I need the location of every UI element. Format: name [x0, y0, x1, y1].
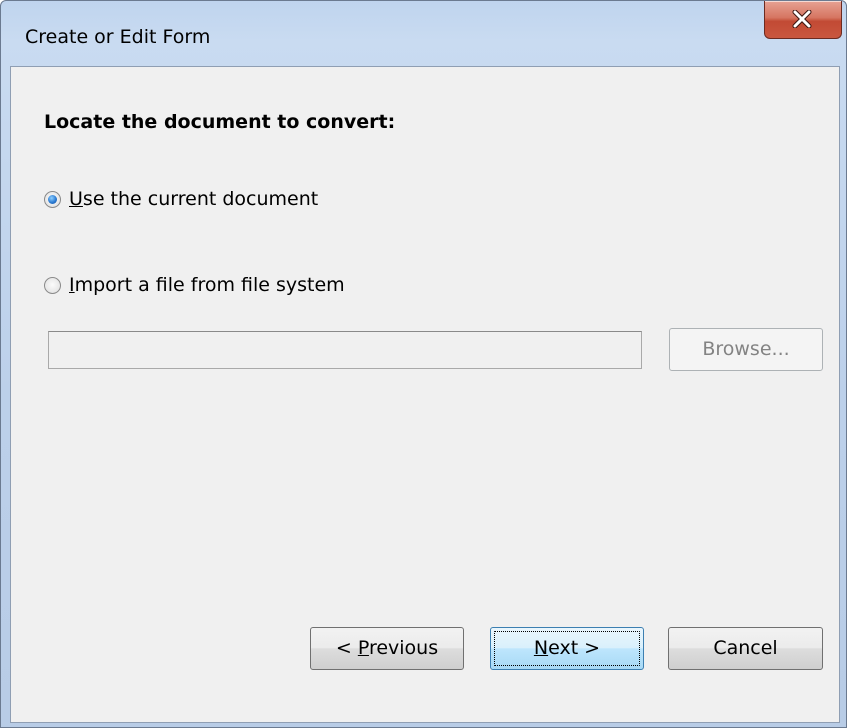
title-bar[interactable]: Create or Edit Form — [1, 1, 846, 67]
previous-button[interactable]: < Previous — [310, 627, 464, 670]
radio-button-checked[interactable] — [44, 190, 61, 208]
dialog-content: Locate the document to convert: Use the … — [10, 66, 840, 723]
browse-button[interactable]: Browse... — [669, 328, 823, 371]
option-label[interactable]: Use the current document — [69, 188, 318, 210]
option-import-file[interactable]: Import a file from file system — [44, 274, 345, 296]
option-use-current-document[interactable]: Use the current document — [44, 188, 318, 210]
radio-button-unchecked[interactable] — [44, 276, 61, 294]
file-path-input[interactable] — [48, 331, 642, 369]
close-button[interactable] — [764, 1, 842, 39]
option-label[interactable]: Import a file from file system — [69, 274, 345, 296]
close-x-icon — [792, 10, 812, 28]
dialog-window: Create or Edit Form Locate the document … — [0, 0, 847, 728]
window-title: Create or Edit Form — [25, 26, 211, 48]
focus-rectangle — [494, 631, 640, 666]
next-button[interactable]: Next > — [490, 627, 644, 670]
cancel-button[interactable]: Cancel — [668, 627, 823, 670]
section-heading: Locate the document to convert: — [44, 111, 396, 133]
